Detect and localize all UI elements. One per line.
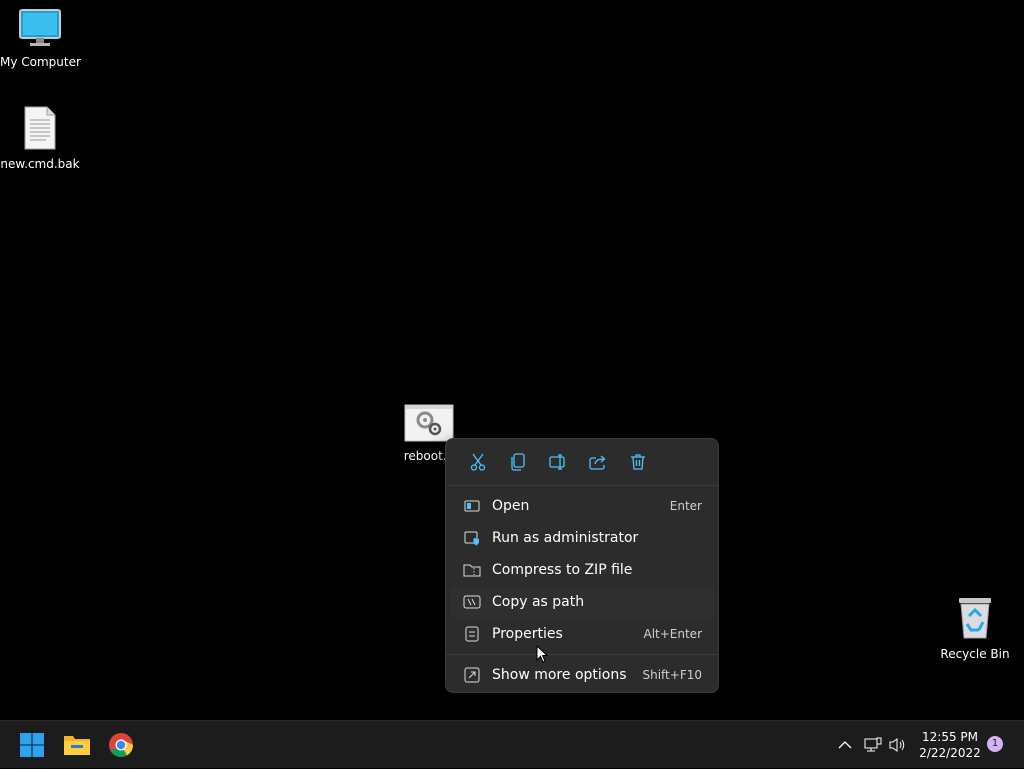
context-menu-toolbar xyxy=(446,439,718,486)
context-menu-items: Open Enter Run as administrator Compress… xyxy=(446,486,718,691)
network-button[interactable] xyxy=(864,721,882,769)
mouse-pointer-icon xyxy=(536,645,548,663)
start-button[interactable] xyxy=(16,729,48,761)
menu-item-run-as-administrator[interactable]: Run as administrator xyxy=(450,522,714,554)
text-file-icon xyxy=(24,106,56,150)
copy-icon xyxy=(511,453,525,471)
recycle-bin-icon xyxy=(959,598,991,639)
desktop-icon-new-cmd-bak[interactable]: new.cmd.bak xyxy=(0,106,80,171)
menu-item-shortcut: Alt+Enter xyxy=(643,627,702,641)
context-menu: Open Enter Run as administrator Compress… xyxy=(445,438,719,693)
properties-icon xyxy=(460,625,484,643)
icon-label: My Computer xyxy=(0,55,81,69)
desktop-icon-recycle-bin[interactable]: Recycle Bin xyxy=(935,596,1015,661)
admin-shield-icon xyxy=(460,529,484,547)
menu-item-label: Properties xyxy=(492,626,563,642)
speaker-icon xyxy=(889,738,905,752)
chevron-up-icon xyxy=(838,741,852,749)
file-explorer-folder-icon xyxy=(64,736,90,755)
file-explorer-button[interactable] xyxy=(61,729,93,761)
copy-path-icon xyxy=(460,593,484,611)
zip-folder-icon xyxy=(460,561,484,579)
network-icon xyxy=(864,737,882,752)
cut-icon xyxy=(470,453,486,471)
rename-icon xyxy=(549,454,565,470)
desktop-icon-my-computer[interactable]: My Computer xyxy=(0,8,81,69)
windows-logo-icon xyxy=(20,733,44,757)
show-hidden-icons-button[interactable] xyxy=(838,721,852,769)
copy-button[interactable] xyxy=(498,442,538,482)
rename-button[interactable] xyxy=(538,442,578,482)
menu-item-properties[interactable]: Properties Alt+Enter xyxy=(450,618,714,650)
menu-item-compress-to-zip[interactable]: Compress to ZIP file xyxy=(450,554,714,586)
notification-badge[interactable]: 1 xyxy=(987,736,1003,752)
cut-button[interactable] xyxy=(458,442,498,482)
share-button[interactable] xyxy=(578,442,618,482)
taskbar-clock[interactable]: 12:55 PM 2/22/2022 xyxy=(912,729,988,761)
chrome-button[interactable] xyxy=(105,729,137,761)
icon-label: Recycle Bin xyxy=(940,647,1010,661)
menu-item-show-more-options[interactable]: Show more options Shift+F10 xyxy=(450,659,714,691)
clock-date: 2/22/2022 xyxy=(919,746,981,760)
menu-item-label: Run as administrator xyxy=(492,530,639,546)
clock-time: 12:55 PM xyxy=(922,730,978,744)
menu-item-shortcut: Enter xyxy=(669,499,702,513)
icon-label: new.cmd.bak xyxy=(0,157,80,171)
menu-item-shortcut: Shift+F10 xyxy=(642,668,702,682)
menu-separator xyxy=(446,654,718,655)
chrome-icon xyxy=(109,733,133,758)
delete-icon xyxy=(631,454,645,470)
volume-button[interactable] xyxy=(889,721,907,769)
menu-item-label: Compress to ZIP file xyxy=(492,562,633,578)
taskbar: 12:55 PM 2/22/2022 xyxy=(0,720,1024,768)
delete-button[interactable] xyxy=(618,442,658,482)
share-icon xyxy=(589,455,606,470)
menu-item-label: Open xyxy=(492,498,530,514)
menu-item-open[interactable]: Open Enter xyxy=(450,490,714,522)
menu-item-copy-as-path[interactable]: Copy as path xyxy=(450,586,714,618)
batch-file-gear-icon xyxy=(404,404,454,442)
menu-item-label: Show more options xyxy=(492,667,627,683)
open-icon xyxy=(460,497,484,515)
menu-item-label: Copy as path xyxy=(492,594,585,610)
monitor-icon xyxy=(19,9,61,46)
more-options-icon xyxy=(460,666,484,684)
